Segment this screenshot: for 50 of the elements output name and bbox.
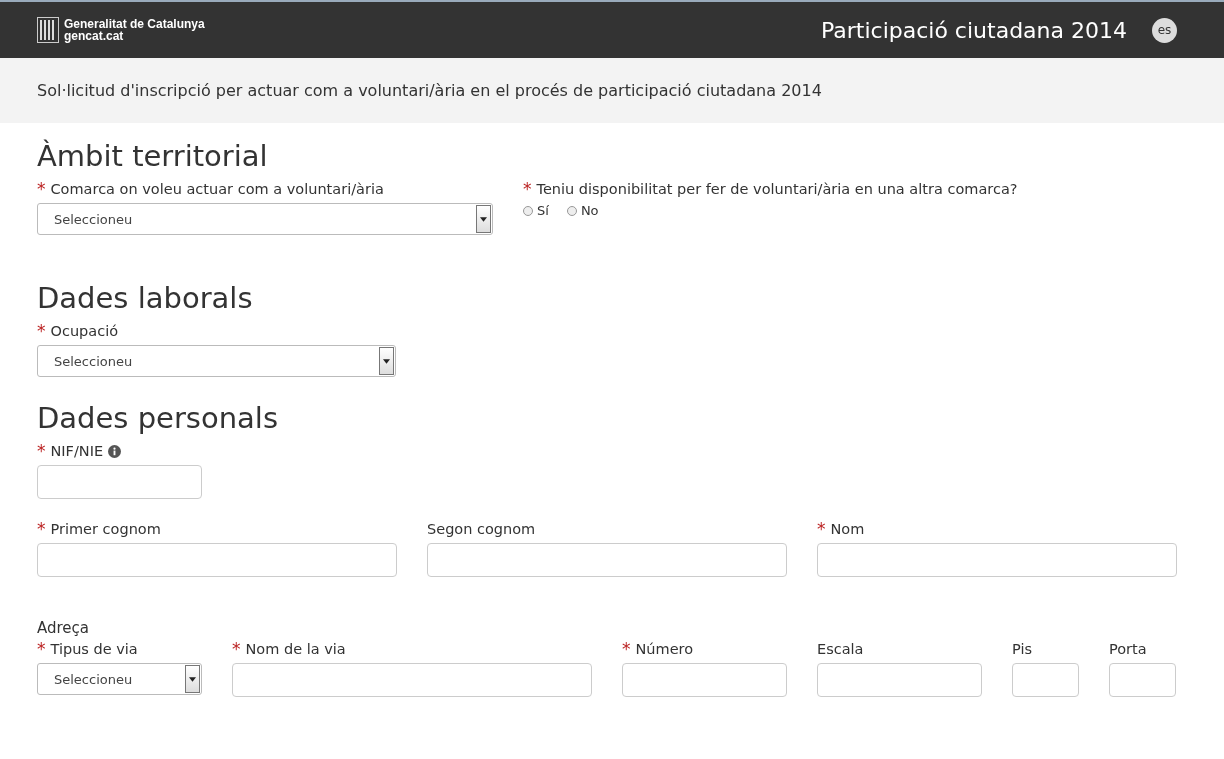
required-mark: * (37, 444, 46, 458)
field-label: Teniu disponibilitat per fer de voluntari/ària en una altra comarca? (536, 181, 1018, 197)
input-field[interactable] (817, 543, 1177, 577)
input-field[interactable] (427, 543, 787, 577)
site-title: Participació ciutadana 2014 (821, 17, 1127, 43)
section-heading: Àmbit territorial (37, 138, 269, 175)
field-label: Nom (830, 521, 865, 537)
intro-text: Sol·licitud d'inscripció per actuar com a voluntari/ària en el procés de participació ciutadana 2014 (37, 81, 822, 100)
field-label: NIF/NIE (50, 443, 104, 459)
input-field[interactable] (37, 543, 397, 577)
required-mark: * (37, 324, 46, 338)
required-mark: * (622, 642, 631, 656)
required-mark: * (37, 182, 46, 196)
caret-icon (480, 216, 487, 222)
input-field[interactable] (1012, 663, 1079, 697)
field-label: Porta (1109, 641, 1147, 657)
coat-of-arms-icon (37, 17, 59, 43)
caret-icon (383, 358, 390, 364)
subsection-heading: Adreça (37, 619, 91, 637)
select-field[interactable]: Seleccioneu (37, 345, 396, 377)
select-field[interactable]: Seleccioneu (37, 203, 493, 235)
field-label: Número (635, 641, 694, 657)
language-button[interactable]: es (1152, 17, 1177, 43)
brand-name[interactable]: Generalitat de Catalunya (64, 18, 205, 30)
input-field[interactable] (37, 465, 202, 499)
field-label: Ocupació (50, 323, 119, 339)
brand-site[interactable]: gencat.cat (64, 30, 205, 42)
field-label: Comarca on voleu actuar com a voluntari/ària (50, 181, 384, 197)
field-label: Segon cognom (427, 521, 536, 537)
input-field[interactable] (622, 663, 787, 697)
required-mark: * (232, 642, 241, 656)
input-field[interactable] (817, 663, 982, 697)
required-mark: * (37, 642, 46, 656)
input-field[interactable] (1109, 663, 1176, 697)
field-label: Escala (817, 641, 864, 657)
required-mark: * (817, 522, 826, 536)
radio-option[interactable]: No (566, 203, 599, 218)
radio-option[interactable]: Sí (523, 203, 549, 218)
field-label: Nom de la via (245, 641, 346, 657)
field-label: Primer cognom (50, 521, 161, 537)
caret-icon (189, 676, 196, 682)
required-mark: * (37, 522, 46, 536)
field-label: Pis (1012, 641, 1032, 657)
info-icon[interactable] (108, 444, 122, 458)
section-heading: Dades laborals (37, 280, 254, 317)
field-label: Tipus de via (50, 641, 138, 657)
section-heading: Dades personals (37, 400, 280, 437)
required-mark: * (523, 182, 532, 196)
input-field[interactable] (232, 663, 592, 697)
select-field[interactable]: Seleccioneu (37, 663, 202, 695)
